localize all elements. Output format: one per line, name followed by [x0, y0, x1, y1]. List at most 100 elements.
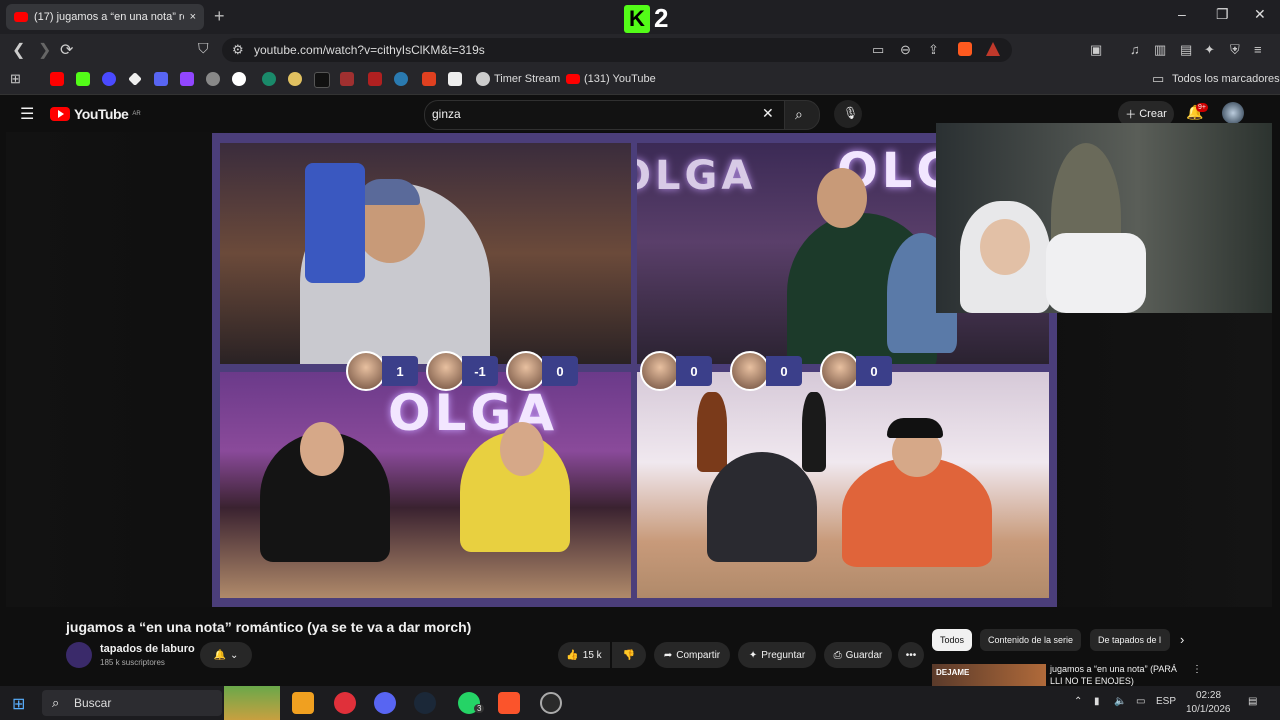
bookmark-icon-5[interactable]	[154, 72, 168, 86]
kick-logo-icon: K	[624, 4, 650, 33]
save-button[interactable]: ⎙ Guardar	[824, 642, 892, 668]
bookmark-kick-icon[interactable]	[76, 72, 90, 86]
create-label: Crear	[1139, 108, 1167, 120]
bookmark-icon-7[interactable]	[206, 72, 220, 86]
taskbar-search-input[interactable]: Buscar	[74, 696, 111, 710]
vpn-icon[interactable]: ⛨	[1230, 42, 1240, 58]
sparkle-icon: ✦	[748, 649, 758, 661]
back-arrow-icon[interactable]: ❮	[12, 40, 25, 60]
clear-search-icon[interactable]: ✕	[762, 105, 774, 122]
person-red-hair	[707, 452, 817, 562]
tray-icon[interactable]: ▮	[1094, 696, 1100, 707]
discord-icon[interactable]	[374, 692, 396, 714]
bookmark-youtube-icon[interactable]	[50, 72, 64, 86]
address-bar-url[interactable]: youtube.com/watch?v=cithyIsClKM&t=319s	[254, 43, 485, 57]
bookmark-icon-12[interactable]	[340, 72, 354, 86]
apps-grid-icon[interactable]: ⊞	[10, 71, 21, 87]
window-minimize-button[interactable]: –	[1178, 6, 1186, 22]
bookmark-icon-13[interactable]	[368, 72, 382, 86]
volume-icon[interactable]: 🔈	[1114, 696, 1126, 707]
bookmark-icon[interactable]: ⛉	[198, 40, 209, 57]
hamburger-menu-icon[interactable]: ☰	[20, 104, 34, 124]
more-actions-button[interactable]: •••	[898, 642, 924, 668]
extensions-icon[interactable]: ▣	[1090, 42, 1102, 58]
channel-name[interactable]: tapados de laburo	[100, 643, 195, 655]
window-close-button[interactable]: ✕	[1254, 6, 1266, 23]
browser-tab-active[interactable]: (17) jugamos a “en una nota” ro ×	[6, 4, 204, 30]
bookmark-icon-14[interactable]	[394, 72, 408, 86]
recommended-title-line2[interactable]: LLI NO TE ENOJES)	[1050, 676, 1134, 686]
plus-icon: ＋	[1125, 109, 1137, 121]
clock-date[interactable]: 10/1/2026	[1186, 704, 1231, 715]
olga-neon-sign-partial: OLGA	[637, 153, 757, 199]
forward-arrow-icon[interactable]: ❯	[38, 40, 51, 60]
recommended-title[interactable]: jugamos a “en una nota” (PARÁ	[1050, 664, 1177, 674]
tray-chevron-icon[interactable]: ⌃	[1074, 696, 1082, 707]
cast-icon[interactable]: ▭	[872, 42, 884, 58]
taskbar-search-box[interactable]	[42, 690, 222, 716]
taskbar-app-icon[interactable]	[292, 692, 314, 714]
youtube-logo[interactable]: YouTube AR	[50, 106, 141, 122]
account-avatar[interactable]	[1222, 102, 1244, 124]
blue-cap	[358, 179, 420, 205]
search-input[interactable]: ginza	[432, 107, 461, 121]
site-settings-icon[interactable]: ⚙	[232, 42, 244, 58]
network-icon[interactable]: ▭	[1136, 696, 1145, 707]
tab-close-icon[interactable]: ×	[190, 11, 196, 23]
taskbar-app-icon[interactable]	[334, 692, 356, 714]
recommended-thumbnail[interactable]: DEJAME	[932, 664, 1046, 686]
contestant-avatar	[640, 351, 680, 391]
leo-ai-icon[interactable]: ✦	[1204, 42, 1215, 58]
person-face	[500, 422, 544, 476]
bookmark-tiktok-icon[interactable]	[314, 72, 330, 88]
all-bookmarks-link[interactable]: Todos los marcadores	[1172, 73, 1280, 85]
scoreboard-right: 0 0 0	[640, 351, 892, 391]
search-button[interactable]: ⌕	[784, 100, 820, 130]
menu-icon[interactable]: ≡	[1254, 42, 1262, 57]
bookmark-icon-9[interactable]	[262, 72, 276, 86]
brave-shield-icon[interactable]	[958, 42, 972, 56]
chip-all[interactable]: Todos	[932, 629, 973, 651]
wallet-icon[interactable]: ▤	[1180, 42, 1192, 58]
contestant-score: 1	[382, 356, 418, 386]
share-button[interactable]: ➦ Compartir	[654, 642, 730, 668]
bookmark-icon-3[interactable]	[102, 72, 116, 86]
bookmark-icon-10[interactable]	[288, 72, 302, 86]
bookmark-icon-15[interactable]	[422, 72, 436, 86]
ask-button[interactable]: ✦ Preguntar	[738, 642, 816, 668]
chips-next-icon[interactable]: ›	[1180, 632, 1184, 647]
share-icon[interactable]: ⇪	[928, 42, 939, 58]
language-indicator[interactable]: ESP	[1156, 696, 1176, 707]
youtube-region-code: AR	[132, 111, 141, 117]
sidebar-icon[interactable]: ▥	[1154, 42, 1166, 58]
bookmark-youtube[interactable]: (131) YouTube	[584, 73, 656, 85]
recommended-more-icon[interactable]: ⋮	[1192, 664, 1202, 675]
bookmark-twitch-icon[interactable]	[180, 72, 194, 86]
like-button[interactable]: 👍 15 k	[558, 642, 610, 668]
chip-series[interactable]: Contenido de la serie	[980, 629, 1082, 651]
clock-time[interactable]: 02:28	[1196, 690, 1221, 701]
notification-center-icon[interactable]: ▤	[1248, 696, 1257, 707]
brave-browser-icon[interactable]	[498, 692, 520, 714]
bookmark-icon-8[interactable]	[232, 72, 246, 86]
widget-image[interactable]	[224, 686, 280, 720]
window-maximize-button[interactable]: ❐	[1216, 6, 1229, 23]
steam-icon[interactable]	[414, 692, 436, 714]
reload-icon[interactable]: ⟳	[60, 40, 73, 60]
music-icon[interactable]: ♫	[1130, 42, 1140, 57]
obs-icon[interactable]	[540, 692, 562, 714]
bookmark-icon-16[interactable]	[448, 72, 462, 86]
notifications-badge: 9+	[1196, 103, 1208, 112]
bookmark-timer-stream[interactable]: Timer Stream	[494, 73, 560, 85]
channel-avatar[interactable]	[66, 642, 92, 668]
new-tab-button[interactable]: +	[214, 6, 225, 27]
voice-search-button[interactable]: 🎙	[834, 100, 862, 128]
contestant-score: 0	[856, 356, 892, 386]
search-box[interactable]	[424, 100, 786, 130]
streamer-arm	[1046, 233, 1146, 313]
zoom-icon[interactable]: ⊖	[900, 42, 911, 58]
dislike-button[interactable]: 👎	[612, 642, 646, 668]
windows-start-icon[interactable]: ⊞	[12, 694, 25, 714]
subscription-bell-button[interactable]: 🔔 ⌄	[200, 642, 252, 668]
chip-channel[interactable]: De tapados de l	[1090, 629, 1170, 651]
